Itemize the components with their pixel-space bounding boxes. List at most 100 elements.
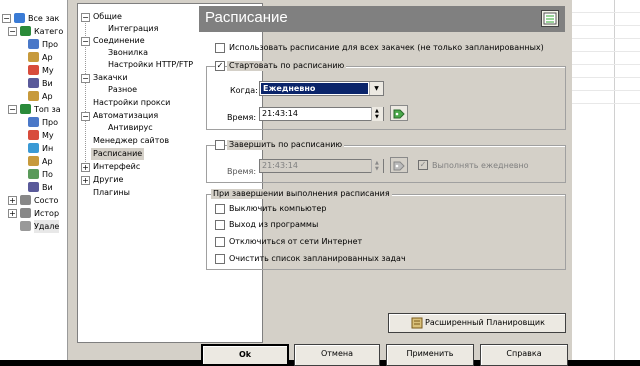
row-line — [572, 51, 640, 52]
nav-item-http-ftp[interactable]: Настройки HTTP/FTP — [106, 59, 195, 71]
search-icon — [28, 169, 39, 179]
expand-icon[interactable]: + — [8, 209, 17, 218]
exit-program-checkbox[interactable] — [215, 220, 225, 230]
collapse-icon[interactable]: − — [81, 112, 90, 121]
nav-item-other[interactable]: Другие — [91, 174, 125, 186]
calendar-icon — [543, 12, 557, 25]
row-line — [572, 64, 640, 65]
use-schedule-all-label: Использовать расписание для всех закачек… — [229, 43, 544, 52]
disconnect-checkbox[interactable] — [215, 237, 225, 247]
program-icon — [28, 39, 39, 49]
screen: − Все зак − Катего Про Ар Му Ви Ар − Топ за… — [0, 0, 640, 366]
stop-time-spinner[interactable]: ▲ ▼ — [371, 159, 383, 173]
exit-program-label: Выход из программы — [229, 220, 319, 229]
collapse-icon[interactable]: − — [2, 14, 11, 23]
collapse-icon[interactable]: − — [8, 105, 17, 114]
collapse-icon[interactable]: − — [81, 13, 90, 22]
clear-tasks-label: Очистить список запланированных задач — [229, 254, 406, 263]
use-schedule-all-checkbox[interactable] — [215, 43, 225, 53]
archive-icon — [28, 52, 39, 62]
tag-icon — [393, 109, 405, 119]
music-icon — [28, 65, 39, 75]
nav-item-schedule[interactable]: Расписание — [91, 148, 145, 160]
nav-item-plugins[interactable]: Плагины — [91, 187, 132, 199]
expand-icon[interactable]: + — [81, 163, 90, 172]
nav-item-integration[interactable]: Интеграция — [106, 23, 160, 35]
nav-item-interface[interactable]: Интерфейс — [91, 161, 142, 173]
category-icon — [20, 26, 31, 36]
apply-button[interactable]: Применить — [386, 344, 474, 366]
stop-time-pick-button[interactable] — [390, 157, 408, 173]
start-schedule-label: Стартовать по расписанию — [227, 61, 347, 71]
start-time-spinner[interactable]: ▲ ▼ — [371, 107, 383, 121]
start-time-label: Время: — [227, 113, 257, 122]
on-finish-label: При завершении выполнения расписания — [211, 189, 392, 199]
tag-icon — [393, 161, 405, 171]
shutdown-label: Выключить компьютер — [229, 204, 327, 213]
collapse-icon[interactable]: − — [81, 37, 90, 46]
help-button[interactable]: Справка — [480, 344, 568, 366]
spin-down-icon[interactable]: ▼ — [375, 115, 379, 120]
spin-down-icon[interactable]: ▼ — [375, 167, 379, 172]
background-list — [572, 0, 640, 360]
nav-item-connection[interactable]: Соединение — [91, 35, 147, 47]
row-line — [572, 38, 640, 39]
settings-dialog: − Общие Интеграция − Соединение Звонилка… — [68, 0, 572, 366]
stop-schedule-label: Завершить по расписанию — [227, 140, 345, 150]
cancel-button[interactable]: Отмена — [294, 344, 380, 366]
row-line — [572, 103, 640, 104]
start-schedule-checkbox[interactable]: ✓ — [215, 61, 225, 71]
chevron-down-icon[interactable]: ▼ — [369, 82, 383, 95]
shutdown-checkbox[interactable] — [215, 204, 225, 214]
nav-item-dialer[interactable]: Звонилка — [106, 47, 150, 59]
nav-item-site-manager[interactable]: Менеджер сайтов — [91, 135, 171, 147]
row-line — [572, 12, 640, 13]
nav-item-general[interactable]: Общие — [91, 11, 124, 23]
daily-label: Выполнять ежедневно — [432, 161, 529, 170]
nav-item-proxy[interactable]: Настройки прокси — [91, 97, 172, 109]
stop-time-input[interactable]: 21:43:14 — [259, 159, 384, 173]
column-divider — [614, 0, 615, 360]
top-icon — [20, 104, 31, 114]
panel-header: Расписание — [199, 6, 565, 32]
video-icon — [28, 78, 39, 88]
state-icon — [20, 195, 31, 205]
when-select[interactable]: Ежедневно ▼ — [259, 81, 384, 96]
collapse-icon[interactable]: − — [8, 27, 17, 36]
nav-item-automation[interactable]: Автоматизация — [91, 110, 160, 122]
folder-icon — [14, 13, 25, 23]
start-time-input[interactable]: 21:43:14 — [259, 107, 384, 121]
expand-icon[interactable]: + — [81, 176, 90, 185]
clear-tasks-checkbox[interactable] — [215, 254, 225, 264]
nav-item-antivirus[interactable]: Антивирус — [106, 122, 155, 134]
nav-item-misc[interactable]: Разное — [106, 84, 139, 96]
when-label: Когда: — [230, 86, 258, 95]
expand-icon[interactable]: + — [8, 196, 17, 205]
collapse-icon[interactable]: − — [81, 74, 90, 83]
start-time-pick-button[interactable] — [390, 105, 408, 121]
video-icon — [28, 182, 39, 192]
page-title: Расписание — [205, 9, 288, 26]
background-tree: − Все зак − Катего Про Ар Му Ви Ар − Топ за… — [0, 0, 68, 360]
program-icon — [28, 117, 39, 127]
row-line — [572, 90, 640, 91]
music-icon — [28, 130, 39, 140]
disconnect-label: Отключиться от сети Интернет — [229, 237, 363, 246]
advanced-scheduler-button[interactable]: Расширенный Планировщик — [388, 313, 566, 333]
scheduler-icon — [411, 317, 423, 329]
row-line — [572, 25, 640, 26]
stop-time-label: Время: — [227, 167, 257, 176]
internet-icon — [28, 143, 39, 153]
ok-button[interactable]: Ok — [201, 344, 289, 366]
advanced-scheduler-label: Расширенный Планировщик — [425, 318, 545, 327]
history-icon — [20, 208, 31, 218]
archive-icon — [28, 91, 39, 101]
trash-icon — [20, 221, 31, 231]
nav-item-downloads[interactable]: Закачки — [91, 72, 130, 84]
when-select-value: Ежедневно — [261, 83, 368, 94]
row-line — [572, 77, 640, 78]
stop-schedule-checkbox[interactable] — [215, 140, 225, 150]
daily-checkbox[interactable]: ✓ — [418, 160, 428, 170]
schedule-icon — [541, 10, 559, 27]
archive-icon — [28, 156, 39, 166]
